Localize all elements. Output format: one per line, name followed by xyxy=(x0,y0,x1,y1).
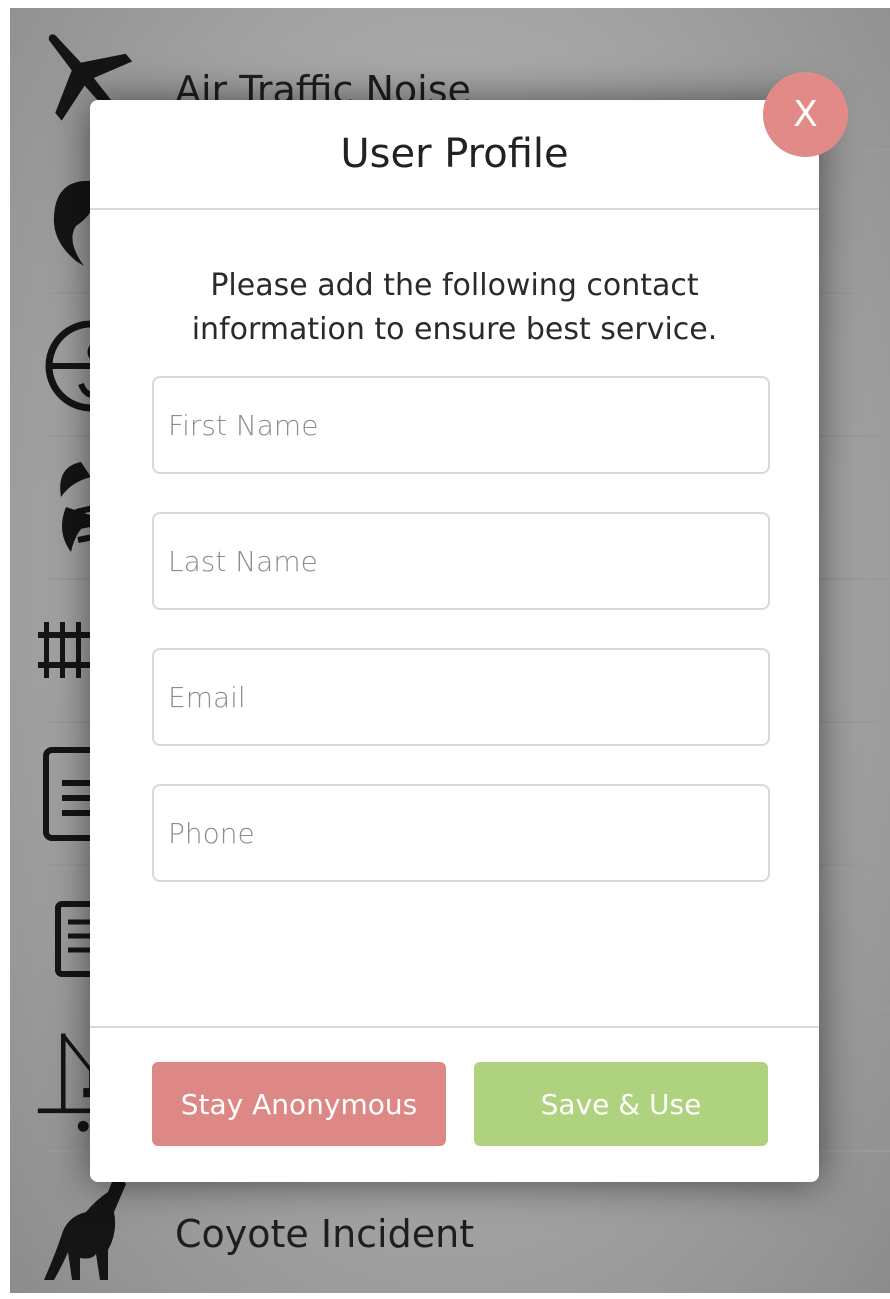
contact-form xyxy=(130,376,779,882)
howling-coyote-icon xyxy=(36,1172,136,1280)
list-item-label: Coyote Incident xyxy=(175,1212,475,1256)
first-name-field[interactable] xyxy=(152,376,770,474)
intro-text: Please add the following contact informa… xyxy=(191,268,718,347)
dialog-header: User Profile xyxy=(90,100,819,210)
last-name-field[interactable] xyxy=(152,512,770,610)
stay-anonymous-button[interactable]: Stay Anonymous xyxy=(152,1062,446,1146)
save-and-use-button[interactable]: Save & Use xyxy=(474,1062,768,1146)
dialog-footer: Stay Anonymous Save & Use xyxy=(90,1026,819,1182)
close-button[interactable]: X xyxy=(763,72,848,157)
dialog-body: Please add the following contact informa… xyxy=(90,210,819,882)
email-field[interactable] xyxy=(152,648,770,746)
user-profile-dialog: User Profile Please add the following co… xyxy=(90,100,819,1182)
dialog-title: User Profile xyxy=(340,131,569,177)
phone-field[interactable] xyxy=(152,784,770,882)
